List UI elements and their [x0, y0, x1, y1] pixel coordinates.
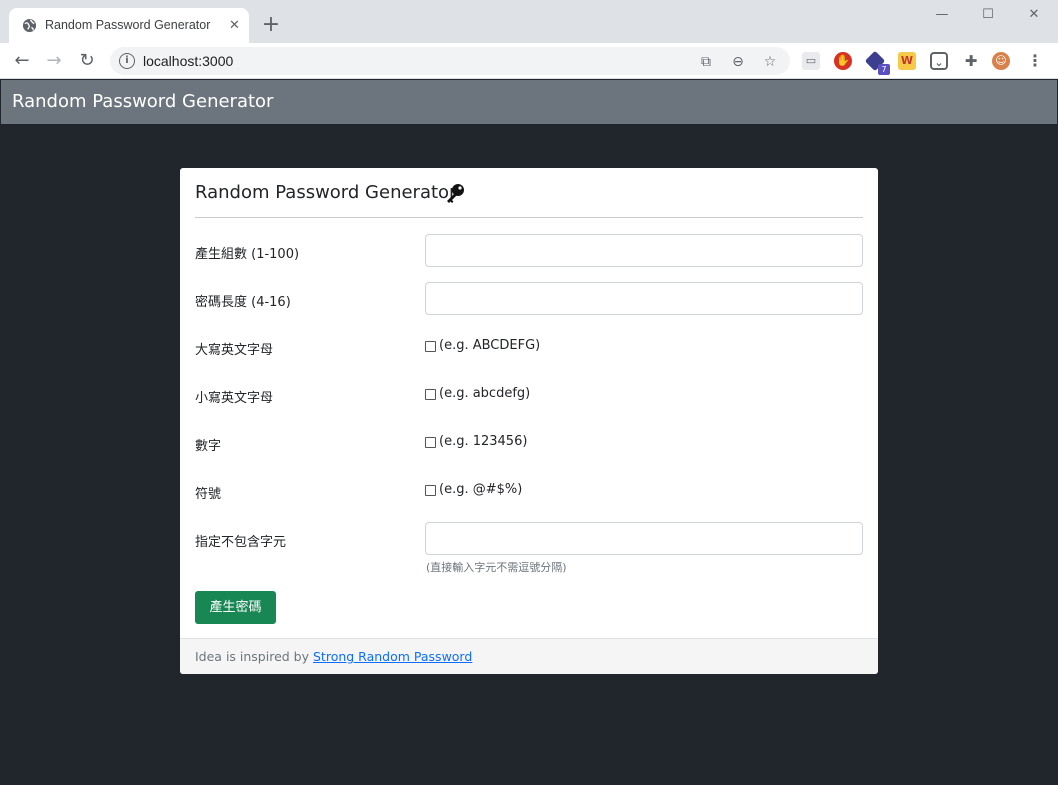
uppercase-checkbox[interactable] — [425, 341, 436, 352]
uppercase-label: 大寫英文字母 — [195, 343, 274, 358]
profile-avatar[interactable]: ☺ — [992, 52, 1010, 70]
symbols-checkbox[interactable] — [425, 485, 436, 496]
card-footer: Idea is inspired by Strong Random Passwo… — [180, 638, 878, 674]
footer-text: Idea is inspired by Strong Random Passwo… — [195, 649, 472, 664]
count-input[interactable] — [425, 234, 863, 267]
card-title: Random Password Generator — [195, 182, 457, 203]
translate-icon[interactable]: ⧉ — [697, 53, 715, 71]
numbers-checkbox[interactable] — [425, 437, 436, 448]
symbols-label: 符號 — [195, 487, 222, 502]
address-bar[interactable]: i localhost:3000 ⧉ ⊖ ☆ — [110, 47, 790, 75]
lowercase-label: 小寫英文字母 — [195, 391, 274, 406]
uppercase-example: (e.g. ABCDEFG) — [439, 338, 541, 353]
cast-icon[interactable]: ▭ — [802, 52, 820, 70]
generate-password-button[interactable]: 產生密碼 — [195, 591, 276, 624]
site-info-icon[interactable]: i — [119, 53, 135, 69]
title-divider — [195, 217, 863, 218]
extension-badge: 7 — [878, 64, 890, 75]
reload-icon[interactable]: ↻ — [75, 49, 99, 73]
symbols-example: (e.g. @#$%) — [439, 482, 523, 497]
extension-w-icon[interactable]: W — [898, 52, 916, 70]
maximize-icon[interactable]: ☐ — [973, 4, 1003, 26]
bookmark-star-icon[interactable]: ☆ — [761, 53, 779, 71]
adblock-icon[interactable]: ✋ — [834, 52, 852, 70]
browser-toolbar: ← → ↻ i localhost:3000 ⧉ ⊖ ☆ ▭ ✋ W ⌄ ✚ ☺… — [0, 43, 1058, 79]
exclude-label: 指定不包含字元 — [195, 535, 287, 550]
navbar-brand[interactable]: Random Password Generator — [12, 91, 273, 112]
browser-tabstrip: Random Password Generator ✕ + — ☐ ✕ — [0, 0, 1058, 43]
close-window-icon[interactable]: ✕ — [1019, 4, 1049, 26]
globe-icon — [22, 18, 37, 33]
length-label: 密碼長度 (4-16) — [195, 295, 291, 310]
menu-kebab-icon[interactable]: ⋮ — [1026, 52, 1044, 70]
forward-icon[interactable]: → — [42, 49, 66, 73]
length-input[interactable] — [425, 282, 863, 315]
footer-prefix: Idea is inspired by — [195, 649, 310, 664]
generator-card: Random Password Generator 產生組數 (1-100) 密… — [180, 168, 878, 674]
browser-tab[interactable]: Random Password Generator ✕ — [9, 8, 249, 43]
new-tab-button[interactable]: + — [259, 14, 283, 38]
numbers-label: 數字 — [195, 439, 222, 454]
lowercase-checkbox[interactable] — [425, 389, 436, 400]
exclude-input[interactable] — [425, 522, 863, 555]
pocket-icon[interactable]: ⌄ — [930, 52, 948, 70]
url-text: localhost:3000 — [143, 53, 234, 69]
app-navbar: Random Password Generator — [1, 80, 1057, 124]
tab-title: Random Password Generator — [45, 18, 211, 32]
count-label: 產生組數 (1-100) — [195, 247, 300, 262]
minimize-icon[interactable]: — — [927, 4, 957, 26]
key-icon — [447, 184, 464, 203]
exclude-help-text: (直接輸入字元不需逗號分隔) — [426, 561, 567, 574]
lowercase-example: (e.g. abcdefg) — [439, 386, 531, 401]
close-tab-icon[interactable]: ✕ — [227, 18, 242, 33]
back-icon[interactable]: ← — [10, 49, 34, 73]
extensions-puzzle-icon[interactable]: ✚ — [962, 52, 980, 70]
zoom-icon[interactable]: ⊖ — [729, 53, 747, 71]
numbers-example: (e.g. 123456) — [439, 434, 528, 449]
inspiration-link[interactable]: Strong Random Password — [313, 649, 472, 664]
